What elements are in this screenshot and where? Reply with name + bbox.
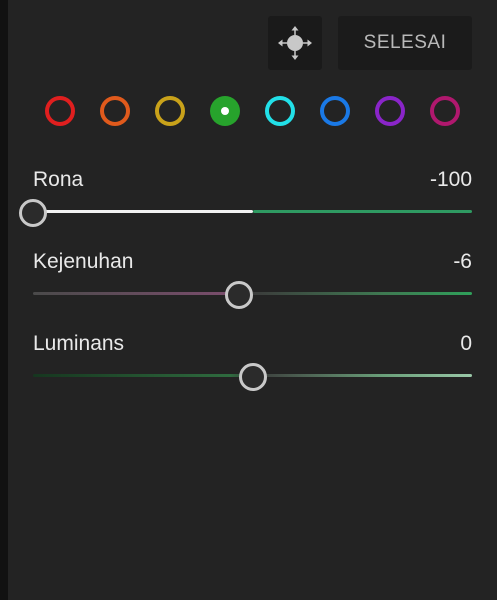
swatch-red[interactable] [45,96,75,126]
saturation-slider-thumb[interactable] [225,281,254,309]
color-swatch-row [0,96,497,128]
hue-value: -100 [429,168,472,191]
done-button[interactable]: SELESAI [338,16,472,70]
swatch-blue[interactable] [320,96,350,126]
swatch-green[interactable] [210,96,240,126]
swatch-magenta[interactable] [430,96,460,126]
hue-track-right[interactable] [253,210,472,213]
saturation-label: Kejenuhan [33,250,134,273]
swatch-aqua[interactable] [265,96,295,126]
luminance-value: 0 [460,332,472,355]
swatch-orange[interactable] [100,96,130,126]
selected-dot [221,107,229,115]
hue-slider-thumb[interactable] [19,199,47,227]
swatch-purple[interactable] [375,96,405,126]
saturation-value: -6 [453,250,472,273]
hue-label: Rona [33,168,84,191]
luminance-label: Luminans [33,332,125,355]
swatch-yellow[interactable] [155,96,185,126]
targeted-adjustment-button[interactable] [268,16,322,70]
luminance-slider-thumb[interactable] [238,363,267,391]
left-edge-strip [0,0,8,600]
target-move-icon [278,26,312,60]
hue-track-left[interactable] [33,210,253,213]
